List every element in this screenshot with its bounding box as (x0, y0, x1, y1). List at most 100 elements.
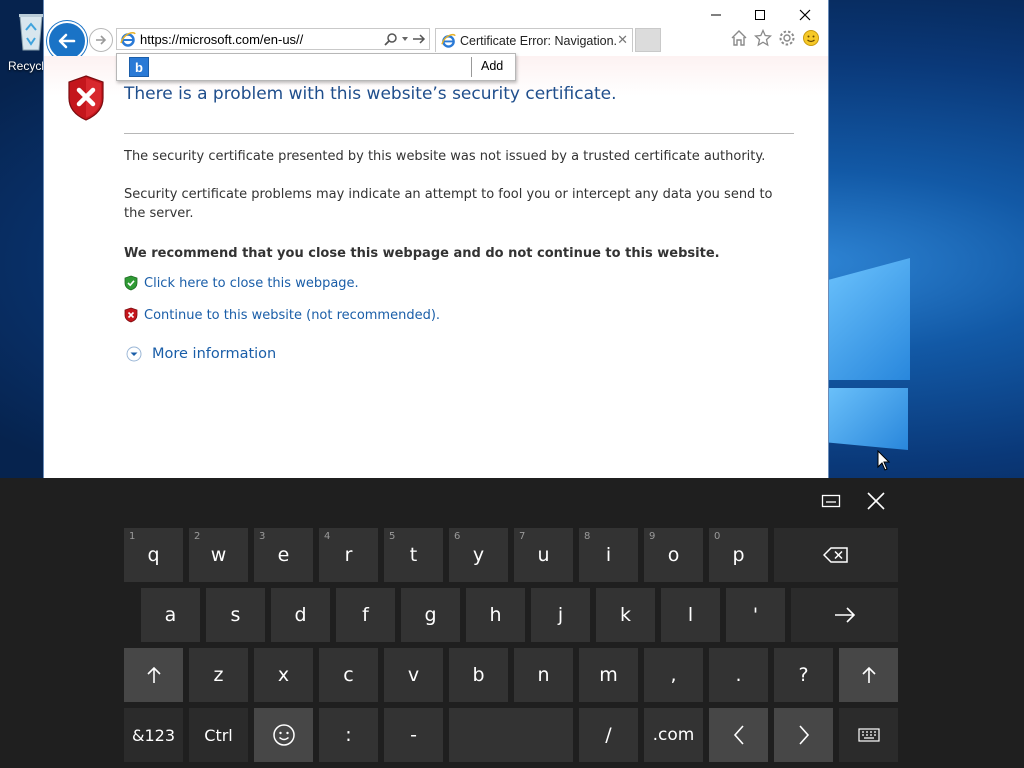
shield-error-icon (66, 74, 106, 126)
key-s[interactable]: s (206, 588, 265, 642)
key-dash[interactable]: - (384, 708, 443, 762)
suggestion-divider (471, 57, 472, 77)
certificate-error-page: There is a problem with this website’s s… (44, 56, 828, 478)
close-window-button[interactable] (783, 5, 827, 25)
address-url-text: https://microsoft.com/en-us// (140, 31, 304, 47)
tab-close-icon[interactable]: ✕ (617, 33, 628, 48)
tab-title: Certificate Error: Navigation... (460, 33, 618, 48)
key-shift-left[interactable] (124, 648, 183, 702)
arrow-right-icon (96, 35, 107, 45)
key-e[interactable]: 3e (254, 528, 313, 582)
emoji-smiley-icon (272, 724, 295, 746)
error-warning: Security certificate problems may indica… (124, 187, 773, 221)
key-shift-right[interactable] (839, 648, 898, 702)
browser-window: https://microsoft.com/en-us// Certificat… (43, 0, 829, 478)
key-c[interactable]: c (319, 648, 378, 702)
key-l[interactable]: l (661, 588, 720, 642)
key-o[interactable]: 9o (644, 528, 703, 582)
chevron-right-icon (798, 725, 809, 745)
expand-chevron-icon[interactable] (126, 346, 142, 362)
key-k[interactable]: k (596, 588, 655, 642)
divider (124, 133, 794, 134)
backspace-icon (823, 547, 848, 563)
back-button[interactable] (47, 21, 87, 61)
forward-button[interactable] (89, 28, 113, 52)
key-r[interactable]: 4r (319, 528, 378, 582)
key-w[interactable]: 2w (189, 528, 248, 582)
gear-icon[interactable] (778, 29, 796, 47)
key-emoji[interactable] (254, 708, 313, 762)
key-g[interactable]: g (401, 588, 460, 642)
key-t[interactable]: 5t (384, 528, 443, 582)
key-d[interactable]: d (271, 588, 330, 642)
key-period[interactable]: . (709, 648, 768, 702)
tab-certificate-error[interactable]: Certificate Error: Navigation... ✕ (435, 28, 633, 52)
favorites-star-icon[interactable] (754, 29, 772, 47)
close-icon (799, 9, 811, 21)
recycle-bin-label: Recycl (8, 59, 45, 73)
windows-logo (828, 258, 918, 478)
close-webpage-row: Click here to close this webpage. (124, 275, 359, 291)
shield-check-icon (124, 275, 138, 291)
key-f[interactable]: f (336, 588, 395, 642)
minimize-icon (711, 14, 721, 16)
key-left-arrow[interactable] (709, 708, 768, 762)
key-u[interactable]: 7u (514, 528, 573, 582)
browser-titlebar: https://microsoft.com/en-us// Certificat… (44, 0, 828, 61)
address-bar[interactable]: https://microsoft.com/en-us// (116, 28, 430, 50)
minimize-button[interactable] (694, 5, 738, 25)
key-m[interactable]: m (579, 648, 638, 702)
key-j[interactable]: j (531, 588, 590, 642)
arrow-up-icon (146, 666, 161, 683)
smiley-feedback-icon[interactable] (802, 29, 820, 47)
key-ctrl[interactable]: Ctrl (189, 708, 248, 762)
key-a[interactable]: a (141, 588, 200, 642)
key-y[interactable]: 6y (449, 528, 508, 582)
key-space[interactable] (449, 708, 573, 762)
chevron-left-icon (733, 725, 744, 745)
key-z[interactable]: z (189, 648, 248, 702)
bing-logo-icon: b (129, 57, 149, 77)
key-keyboard-options[interactable] (839, 708, 898, 762)
new-tab-button[interactable] (635, 28, 661, 52)
search-suggestion-dropdown: b Add (116, 53, 516, 81)
key-backspace[interactable] (774, 528, 898, 582)
key-enter[interactable] (791, 588, 898, 642)
arrow-right-icon (834, 607, 855, 623)
key-slash[interactable]: / (579, 708, 638, 762)
keyboard-close-button[interactable] (859, 485, 893, 517)
key-symbols[interactable]: &123 (124, 708, 183, 762)
key-v[interactable]: v (384, 648, 443, 702)
go-arrow-icon[interactable] (412, 32, 426, 46)
recycle-bin-icon[interactable] (16, 8, 46, 52)
key-x[interactable]: x (254, 648, 313, 702)
close-webpage-link[interactable]: Click here to close this webpage. (144, 276, 359, 291)
key-n[interactable]: n (514, 648, 573, 702)
key-h[interactable]: h (466, 588, 525, 642)
key-q[interactable]: 1q (124, 528, 183, 582)
key-right-arrow[interactable] (774, 708, 833, 762)
key-b[interactable]: b (449, 648, 508, 702)
more-information-row[interactable]: More information (126, 346, 276, 362)
toolbar-icons (730, 29, 820, 47)
continue-to-website-link[interactable]: Continue to this website (not recommende… (144, 308, 440, 323)
key-question[interactable]: ? (774, 648, 833, 702)
maximize-button[interactable] (738, 5, 782, 25)
touch-keyboard: 1q 2w 3e 4r 5t 6y 7u 8i 9o 0p a s d f g … (0, 478, 1024, 768)
search-icon[interactable] (384, 32, 398, 46)
key-colon[interactable]: : (319, 708, 378, 762)
more-information-link[interactable]: More information (152, 346, 276, 362)
dropdown-arrow-icon[interactable] (401, 35, 409, 43)
key-p[interactable]: 0p (709, 528, 768, 582)
key-dotcom[interactable]: .com (644, 708, 703, 762)
page-title: There is a problem with this website’s s… (124, 84, 617, 104)
close-icon (867, 492, 885, 510)
home-icon[interactable] (730, 29, 748, 47)
key-comma[interactable]: , (644, 648, 703, 702)
keyboard-dock-button[interactable] (814, 485, 848, 517)
add-search-provider-button[interactable]: Add (481, 59, 503, 73)
key-i[interactable]: 8i (579, 528, 638, 582)
recommendation-text: We recommend that you close this webpage… (124, 246, 720, 261)
maximize-icon (755, 10, 765, 20)
key-apostrophe[interactable]: ' (726, 588, 785, 642)
